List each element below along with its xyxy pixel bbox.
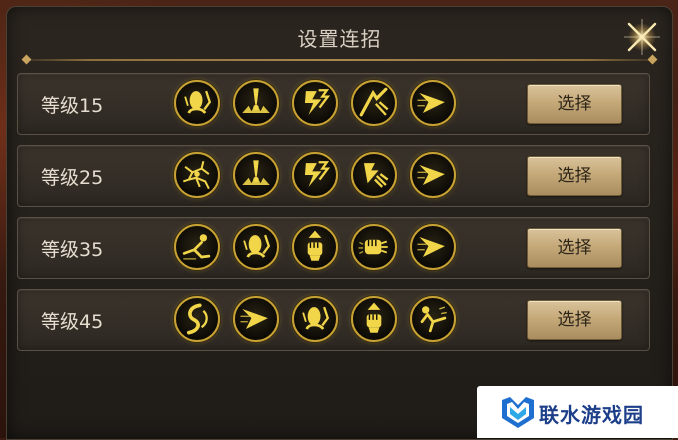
- ground-burst-icon[interactable]: [233, 80, 279, 126]
- dash-arrow-icon[interactable]: [410, 224, 456, 270]
- dialog-title: 设置连招: [297, 27, 382, 51]
- select-button[interactable]: 选择: [527, 156, 622, 196]
- dash-arrow-icon[interactable]: [410, 152, 456, 198]
- title-divider: [27, 59, 652, 61]
- combo-row-level-15: 等级15 选择: [17, 73, 650, 135]
- level-label: 等级45: [41, 311, 104, 333]
- flying-kick-icon[interactable]: [410, 296, 456, 342]
- hammer-strike-icon[interactable]: [351, 152, 397, 198]
- uppercut-slash-icon[interactable]: [351, 80, 397, 126]
- whirl-kick-icon[interactable]: [174, 296, 220, 342]
- combo-row-level-45: 等级45 选择: [17, 289, 650, 351]
- crack-shatter-icon[interactable]: [174, 152, 220, 198]
- level-label: 等级25: [41, 167, 104, 189]
- level-label: 等级35: [41, 239, 104, 261]
- ground-burst-icon[interactable]: [233, 152, 279, 198]
- lightning-strike-icon[interactable]: [292, 152, 338, 198]
- site-watermark: 联水游戏园: [477, 386, 678, 438]
- dodge-figure-icon[interactable]: [233, 224, 279, 270]
- sliding-kick-icon[interactable]: [174, 224, 220, 270]
- select-button[interactable]: 选择: [527, 228, 622, 268]
- close-x-icon: [624, 19, 660, 55]
- dash-arrow-icon[interactable]: [410, 80, 456, 126]
- select-button[interactable]: 选择: [527, 84, 622, 124]
- close-button[interactable]: [619, 15, 665, 55]
- dodge-figure-icon[interactable]: [292, 296, 338, 342]
- combo-row-level-25: 等级25 选择: [17, 145, 650, 207]
- combo-row-level-35: 等级35 选择: [17, 217, 650, 279]
- rising-fist-icon[interactable]: [292, 224, 338, 270]
- fist-punch-icon[interactable]: [351, 224, 397, 270]
- select-button[interactable]: 选择: [527, 300, 622, 340]
- watermark-text: 联水游戏园: [539, 403, 644, 427]
- m-shield-logo-icon: [502, 397, 534, 428]
- lightning-strike-icon[interactable]: [292, 80, 338, 126]
- dash-arrow-icon[interactable]: [233, 296, 279, 342]
- level-label: 等级15: [41, 95, 104, 117]
- dodge-figure-icon[interactable]: [174, 80, 220, 126]
- rising-fist-icon[interactable]: [351, 296, 397, 342]
